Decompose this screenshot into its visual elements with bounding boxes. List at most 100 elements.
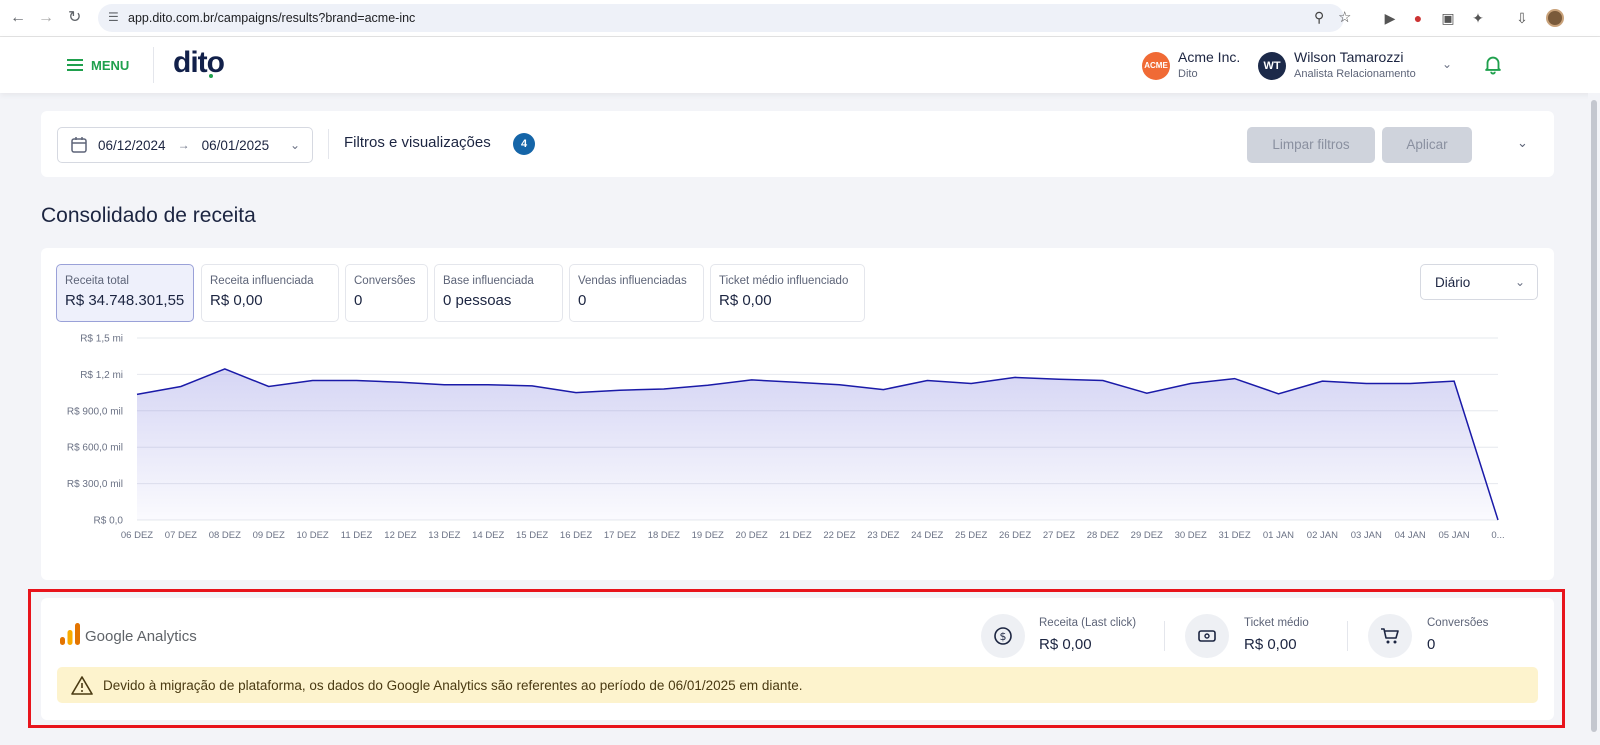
y-tick-label: R$ 1,5 mi xyxy=(80,334,123,345)
data-point[interactable] xyxy=(1449,376,1459,386)
data-point[interactable] xyxy=(1054,374,1064,384)
kpi-receita-influenciada[interactable]: Receita influenciada R$ 0,00 xyxy=(201,264,339,322)
header-divider xyxy=(153,47,154,83)
scrollbar-thumb[interactable] xyxy=(1591,100,1597,732)
y-tick-label: R$ 600,0 mil xyxy=(67,443,123,454)
revenue-area-chart: R$ 1,5 mi R$ 1,2 mi R$ 900,0 mil R$ 600,0 m… xyxy=(67,334,1505,542)
data-point[interactable] xyxy=(308,375,318,385)
data-point[interactable] xyxy=(176,382,186,392)
brand-avatar[interactable]: ACME xyxy=(1142,52,1170,80)
notification-extension-icon[interactable]: ● xyxy=(1408,8,1428,28)
data-point[interactable] xyxy=(1361,379,1371,389)
x-tick-label: 12 DEZ xyxy=(384,530,416,541)
url-text[interactable]: app.dito.com.br/campaigns/results?brand=… xyxy=(128,11,415,25)
x-tick-label: 05 JAN xyxy=(1439,530,1470,541)
x-tick-label: 08 DEZ xyxy=(209,530,241,541)
data-point[interactable] xyxy=(922,375,932,385)
data-point[interactable] xyxy=(1010,372,1020,382)
data-point[interactable] xyxy=(220,364,230,374)
kpi-base-influenciada[interactable]: Base influenciada 0 pessoas xyxy=(434,264,563,322)
data-point[interactable] xyxy=(1142,388,1152,398)
filter-count-badge: 4 xyxy=(513,133,535,155)
ga-divider xyxy=(1164,621,1165,651)
x-tick-label: 09 DEZ xyxy=(253,530,285,541)
x-tick-label: 0... xyxy=(1491,530,1504,541)
y-tick-label: R$ 900,0 mil xyxy=(67,406,123,417)
download-icon[interactable]: ⇩ xyxy=(1512,8,1532,28)
extensions-puzzle-icon[interactable]: ✦ xyxy=(1468,8,1488,28)
kpi-conversoes[interactable]: Conversões 0 xyxy=(345,264,428,322)
data-point[interactable] xyxy=(1405,379,1415,389)
reload-icon[interactable]: ↻ xyxy=(68,9,81,27)
user-menu-chevron-icon[interactable]: ⌄ xyxy=(1442,57,1452,71)
back-icon[interactable]: ← xyxy=(10,9,26,27)
user-avatar[interactable]: WT xyxy=(1258,52,1286,80)
data-point[interactable] xyxy=(1230,374,1240,384)
data-point[interactable] xyxy=(615,385,625,395)
zoom-icon[interactable]: ⚲ xyxy=(1314,9,1324,26)
kpi-value: R$ 0,00 xyxy=(210,292,263,309)
forward-icon[interactable]: → xyxy=(38,9,54,27)
data-point[interactable] xyxy=(1098,375,1108,385)
bookmark-star-icon[interactable]: ☆ xyxy=(1338,8,1351,26)
brand-name[interactable]: Acme Inc. xyxy=(1178,49,1240,65)
x-tick-label: 06 DEZ xyxy=(121,530,153,541)
data-point[interactable] xyxy=(878,385,888,395)
cast-extension-icon[interactable]: ▣ xyxy=(1438,8,1458,28)
kpi-receita-total[interactable]: Receita total R$ 34.748.301,55 xyxy=(56,264,194,322)
y-tick-label: R$ 300,0 mil xyxy=(67,479,123,490)
user-name[interactable]: Wilson Tamarozzi xyxy=(1294,49,1403,65)
data-point[interactable] xyxy=(834,380,844,390)
data-point[interactable] xyxy=(352,375,362,385)
youtube-extension-icon[interactable]: ▶ xyxy=(1380,8,1400,28)
menu-button[interactable]: MENU xyxy=(67,56,129,74)
data-point[interactable] xyxy=(966,379,976,389)
ga-metric-label: Conversões xyxy=(1427,617,1489,629)
revenue-area-fill xyxy=(137,368,1498,520)
kpi-label: Vendas influenciadas xyxy=(578,275,687,287)
x-tick-label: 17 DEZ xyxy=(604,530,636,541)
dollar-icon: $ xyxy=(981,614,1025,658)
filters-title[interactable]: Filtros e visualizações xyxy=(344,134,491,151)
data-point[interactable] xyxy=(1493,515,1503,525)
kpi-value: 0 xyxy=(354,292,363,309)
ga-metric-label: Receita (Last click) xyxy=(1039,617,1137,629)
expand-filters-chevron-icon[interactable]: ⌄ xyxy=(1517,135,1528,151)
kpi-ticket-medio-influenciado[interactable]: Ticket médio influenciado R$ 0,00 xyxy=(710,264,865,322)
data-point[interactable] xyxy=(1317,376,1327,386)
granularity-select[interactable]: Diário ⌄ xyxy=(1420,264,1538,300)
date-range-picker[interactable]: 06/12/2024 → 06/01/2025 ⌄ xyxy=(57,127,313,163)
data-point[interactable] xyxy=(1186,379,1196,389)
data-point[interactable] xyxy=(439,380,449,390)
date-end[interactable]: 06/01/2025 xyxy=(202,138,270,153)
data-point[interactable] xyxy=(703,380,713,390)
data-point[interactable] xyxy=(571,388,581,398)
data-point[interactable] xyxy=(791,377,801,387)
ga-divider xyxy=(1347,621,1348,651)
site-settings-icon[interactable]: ☰ xyxy=(108,10,119,24)
x-tick-label: 25 DEZ xyxy=(955,530,987,541)
chevron-down-icon[interactable]: ⌄ xyxy=(290,138,300,152)
profile-avatar[interactable] xyxy=(1546,9,1564,27)
dito-logo[interactable]: dito xyxy=(173,47,225,79)
x-tick-label: 21 DEZ xyxy=(779,530,811,541)
kpi-vendas-influenciadas[interactable]: Vendas influenciadas 0 xyxy=(569,264,704,322)
apply-button[interactable]: Aplicar xyxy=(1382,127,1472,163)
data-point[interactable] xyxy=(1273,389,1283,399)
data-point[interactable] xyxy=(132,389,142,399)
x-tick-label: 07 DEZ xyxy=(165,530,197,541)
date-start[interactable]: 06/12/2024 xyxy=(98,138,166,153)
data-point[interactable] xyxy=(264,382,274,392)
user-role: Analista Relacionamento xyxy=(1294,68,1416,80)
data-point[interactable] xyxy=(659,384,669,394)
x-tick-label: 15 DEZ xyxy=(516,530,548,541)
data-point[interactable] xyxy=(527,381,537,391)
data-point[interactable] xyxy=(747,375,757,385)
clear-filters-button[interactable]: Limpar filtros xyxy=(1247,127,1375,163)
notification-bell-icon[interactable] xyxy=(1482,53,1504,75)
kpi-value: R$ 34.748.301,55 xyxy=(65,292,185,309)
address-bar[interactable]: ☰ app.dito.com.br/campaigns/results?bran… xyxy=(98,4,1351,32)
data-point[interactable] xyxy=(483,380,493,390)
data-point[interactable] xyxy=(395,377,405,387)
kpi-value: 0 xyxy=(578,292,587,309)
